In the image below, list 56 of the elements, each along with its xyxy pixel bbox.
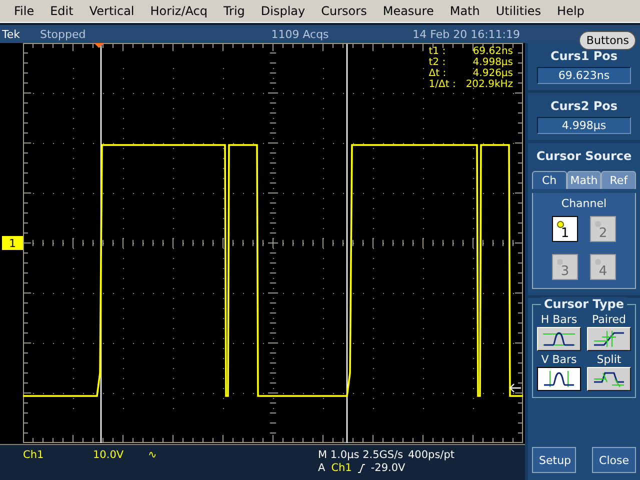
panel-button[interactable]: Setup [532, 447, 576, 473]
option-label: H Bars [540, 313, 578, 326]
brand-label: Tek [1, 28, 21, 40]
position-field[interactable]: 4.998µs [537, 117, 631, 134]
section-title: Curs1 Pos [550, 49, 618, 63]
acquisition-count: 1109 Acqs [270, 28, 330, 40]
rising-edge-icon [358, 464, 365, 472]
readout-label: t1 : [428, 46, 447, 57]
channel-label: Channel [561, 197, 607, 210]
panel-button[interactable]: Close [592, 447, 636, 473]
timebase-readout: M 1.0µs 2.5GS/s [318, 449, 404, 461]
trigger-level-icon [509, 383, 522, 393]
cursor-line[interactable] [346, 44, 348, 443]
readout-value: 69.62ns [472, 46, 513, 57]
position-field[interactable]: 69.623ns [537, 67, 631, 84]
menu-item[interactable]: Display [254, 4, 316, 18]
readout-value: 4.926µs [472, 68, 513, 79]
option-label: V Bars [541, 353, 577, 366]
option-label: Paired [592, 313, 626, 326]
menu-item[interactable]: Measure [376, 4, 444, 18]
section-title: Cursor Type [540, 297, 628, 311]
channel-button[interactable]: 1 [552, 216, 578, 242]
section-title: Curs2 Pos [550, 99, 618, 113]
date-time: 14 Feb 20 16:11:19 [412, 28, 520, 40]
vertical-scale: 10.0V [93, 449, 125, 461]
readout-label: 1/Δt : [428, 79, 456, 90]
v-bars-icon [542, 370, 576, 388]
paired-bars-icon [592, 330, 626, 348]
menu-item[interactable]: Vertical [83, 4, 144, 18]
bandwidth-symbol: ∿ [148, 449, 158, 461]
readout-label: t2 : [428, 57, 447, 68]
menu-item[interactable]: Help [551, 4, 594, 18]
trigger-level: -29.0V [370, 462, 406, 474]
menu-item[interactable]: Cursors [315, 4, 377, 18]
readout-value: 4.998µs [472, 57, 513, 68]
buttons-button[interactable]: Buttons [579, 31, 636, 50]
readout-label: Δt : [428, 68, 448, 79]
trigger-source: Ch1 [331, 462, 352, 474]
source-tab[interactable]: Ch [532, 171, 567, 189]
h-bars-icon [542, 330, 576, 348]
menu-item[interactable]: Utilities [490, 4, 552, 18]
cursor-type-button[interactable] [537, 367, 581, 391]
acquisition-state: Stopped [40, 28, 87, 40]
menu-item[interactable]: Edit [44, 4, 84, 18]
menu-item[interactable]: Trig [217, 4, 255, 18]
menu-item[interactable]: File [8, 4, 44, 18]
trigger-mode: A [318, 462, 326, 474]
split-bars-icon [592, 370, 626, 388]
menu-item[interactable]: Horiz/Acq [144, 4, 218, 18]
channel-label: Ch1 [23, 449, 45, 461]
section-title: Cursor Source [536, 149, 632, 163]
channel-marker: 1 [2, 236, 23, 250]
readout-value: 202.9kHz [466, 79, 513, 90]
option-label: Split [596, 353, 622, 366]
resolution-readout: 400ps/pt [408, 449, 456, 461]
menu-item[interactable]: Math [444, 4, 490, 18]
